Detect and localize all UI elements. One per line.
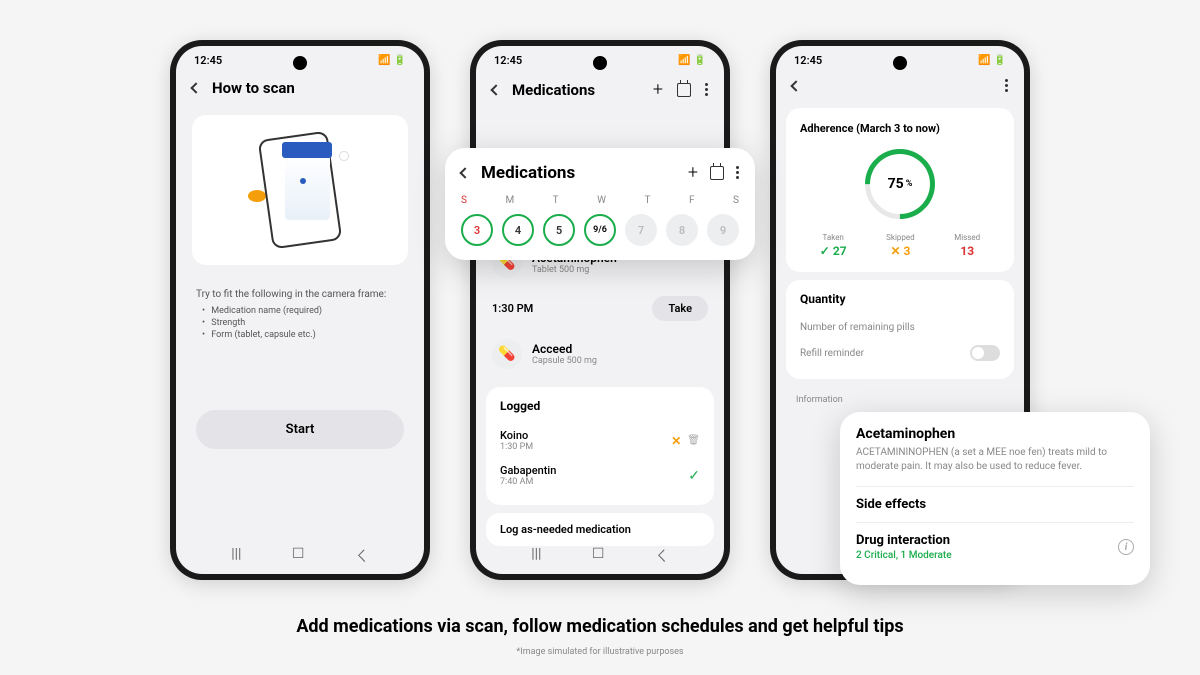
time-row: 1:30 PM Take xyxy=(476,288,724,329)
overlay-title: Medications xyxy=(481,163,676,183)
add-icon[interactable]: + xyxy=(653,79,663,100)
date-button[interactable]: 9 xyxy=(707,214,739,246)
capsule-icon: 💊 xyxy=(492,339,522,369)
quantity-title: Quantity xyxy=(800,292,1000,306)
log-name: Gabapentin xyxy=(500,464,556,477)
status-icons: 📶🔋 xyxy=(678,55,706,66)
med-name: Acceed xyxy=(532,342,708,356)
log-name: Koino xyxy=(500,429,533,442)
time-label: 1:30 PM xyxy=(492,302,533,315)
status-bar: 12:45 📶🔋 xyxy=(176,46,424,71)
interaction-detail: 2 Critical, 1 Moderate xyxy=(856,550,952,561)
quantity-remaining-row[interactable]: Number of remaining pills xyxy=(800,316,1000,339)
quantity-card: Quantity Number of remaining pills Refil… xyxy=(786,280,1014,379)
stat-missed: Missed 13 xyxy=(954,233,980,258)
instruction-item: Form (tablet, capsule etc.) xyxy=(202,330,404,340)
medication-item[interactable]: 💊 Acceed Capsule 500 mg xyxy=(476,329,724,379)
nav-home-icon[interactable]: ☐ xyxy=(292,546,305,566)
side-effects-row[interactable]: Side effects xyxy=(856,486,1134,522)
info-icon[interactable]: i xyxy=(1118,539,1134,555)
progress-ring: 75% xyxy=(865,149,935,219)
page-title: How to scan xyxy=(212,79,408,97)
med-detail: Capsule 500 mg xyxy=(532,356,708,366)
instruction-item: Medication name (required) xyxy=(202,306,404,316)
instructions: Try to fit the following in the camera f… xyxy=(176,275,424,350)
back-icon[interactable] xyxy=(190,82,201,93)
take-button[interactable]: Take xyxy=(652,296,708,321)
nav-back-icon[interactable]: ㄑ xyxy=(355,546,369,566)
calendar-icon[interactable] xyxy=(710,166,724,180)
caption: Add medications via scan, follow medicat… xyxy=(0,616,1200,637)
week-dates: 3 4 5 9/6 7 8 9 xyxy=(461,214,739,246)
start-button[interactable]: Start xyxy=(196,410,404,449)
status-time: 12:45 xyxy=(494,54,522,67)
log-time: 7:40 AM xyxy=(500,477,556,487)
adherence-card: Adherence (March 3 to now) 75% Taken ✓ 2… xyxy=(786,108,1014,272)
delete-icon[interactable]: 🗑 xyxy=(687,435,700,446)
status-bar: 12:45 📶🔋 xyxy=(476,46,724,71)
status-time: 12:45 xyxy=(794,54,822,67)
scan-illustration xyxy=(192,115,408,265)
log-time: 1:30 PM xyxy=(500,442,533,452)
drug-name: Acetaminophen xyxy=(856,426,1134,442)
log-item[interactable]: Koino 1:30 PM ✕ 🗑 xyxy=(500,423,700,458)
status-icons: 📶🔋 xyxy=(978,55,1006,66)
nav-recent-icon[interactable]: ||| xyxy=(531,546,541,566)
nav-recent-icon[interactable]: ||| xyxy=(231,546,241,566)
med-detail: Tablet 500 mg xyxy=(532,265,708,275)
week-days: SMTWTFS xyxy=(461,195,739,206)
date-button[interactable]: 7 xyxy=(625,214,657,246)
logged-card: Logged Koino 1:30 PM ✕ 🗑 Gabapentin 7:40 … xyxy=(486,387,714,505)
phone-2: 12:45 📶🔋 Medications + 💊 Ace xyxy=(470,40,730,580)
date-button[interactable]: 5 xyxy=(543,214,575,246)
week-selector-card: Medications + SMTWTFS 3 4 5 9/6 7 8 9 xyxy=(445,148,755,260)
refill-toggle[interactable] xyxy=(970,345,1000,361)
date-button[interactable]: 3 xyxy=(461,214,493,246)
back-icon[interactable] xyxy=(490,84,501,95)
status-icons: 📶🔋 xyxy=(378,55,406,66)
page-title: Medications xyxy=(512,81,641,99)
nav-back-icon[interactable]: ㄑ xyxy=(655,546,669,566)
drug-info-card: Acetaminophen ACETAMININOPHEN (a set a M… xyxy=(840,412,1150,585)
more-icon[interactable] xyxy=(736,166,739,179)
disclaimer: *Image simulated for illustrative purpos… xyxy=(0,647,1200,657)
status-bar: 12:45 📶🔋 xyxy=(776,46,1024,71)
log-as-needed-button[interactable]: Log as-needed medication xyxy=(486,513,714,546)
skipped-icon: ✕ xyxy=(671,434,681,448)
status-time: 12:45 xyxy=(194,54,222,67)
back-icon[interactable] xyxy=(459,167,470,178)
add-icon[interactable]: + xyxy=(688,162,698,183)
taken-icon: ✓ xyxy=(688,468,700,484)
drug-interaction-row[interactable]: Drug interaction 2 Critical, 1 Moderate … xyxy=(856,522,1134,571)
logged-title: Logged xyxy=(500,399,700,413)
nav-home-icon[interactable]: ☐ xyxy=(592,546,605,566)
header: How to scan xyxy=(176,71,424,105)
instructions-title: Try to fit the following in the camera f… xyxy=(196,289,404,300)
header xyxy=(776,71,1024,100)
adherence-title: Adherence (March 3 to now) xyxy=(800,122,1000,135)
drug-description: ACETAMININOPHEN (a set a MEE noe fen) tr… xyxy=(856,446,1134,474)
date-button-today[interactable]: 9/6 xyxy=(584,214,616,246)
header: Medications + xyxy=(476,71,724,108)
stat-skipped: Skipped ✕ 3 xyxy=(886,233,915,258)
back-icon[interactable] xyxy=(790,80,801,91)
date-button[interactable]: 8 xyxy=(666,214,698,246)
phone-1: 12:45 📶🔋 How to scan Try to fit the fol xyxy=(170,40,430,580)
nav-bar: ||| ☐ ㄑ xyxy=(176,546,424,566)
stat-taken: Taken ✓ 27 xyxy=(820,233,847,258)
information-label: Information xyxy=(776,387,1024,413)
date-button[interactable]: 4 xyxy=(502,214,534,246)
refill-reminder-row: Refill reminder xyxy=(800,339,1000,367)
log-item[interactable]: Gabapentin 7:40 AM ✓ xyxy=(500,458,700,493)
more-icon[interactable] xyxy=(1005,79,1008,92)
instruction-item: Strength xyxy=(202,318,404,328)
calendar-icon[interactable] xyxy=(677,83,691,97)
nav-bar: ||| ☐ ㄑ xyxy=(476,546,724,566)
more-icon[interactable] xyxy=(705,83,708,96)
